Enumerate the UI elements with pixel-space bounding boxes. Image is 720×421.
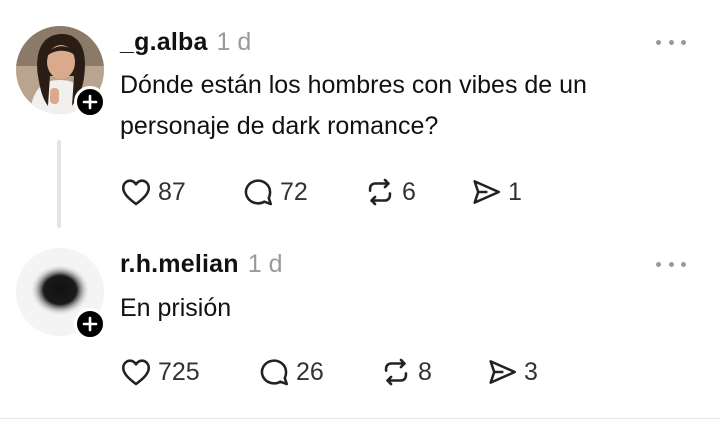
post-text: En prisión [120, 294, 232, 322]
heart-icon [118, 174, 154, 210]
more-options-button[interactable] [656, 32, 686, 52]
like-button[interactable]: 725 [118, 352, 200, 392]
repost-count: 8 [418, 357, 432, 386]
send-icon [468, 174, 504, 210]
post-header: r.h.melian 1 d [120, 250, 282, 279]
more-dots-icon [656, 39, 661, 45]
divider [0, 418, 720, 419]
username[interactable]: _g.alba [120, 28, 208, 57]
reply-button[interactable]: 72 [240, 172, 308, 212]
reply-count: 26 [296, 357, 324, 386]
post-2: r.h.melian 1 d En prisión 725 26 8 3 [0, 240, 720, 420]
timestamp: 1 d [216, 28, 252, 56]
more-dots-icon [656, 261, 661, 267]
thread-line [57, 140, 61, 228]
follow-button[interactable] [74, 308, 106, 340]
avatar-wrap [16, 26, 106, 118]
repost-button[interactable]: 6 [362, 172, 416, 212]
more-options-button[interactable] [656, 254, 686, 274]
repost-icon [378, 354, 414, 390]
plus-icon [82, 94, 98, 110]
like-button[interactable]: 87 [118, 172, 186, 212]
like-count: 725 [158, 357, 200, 386]
share-button[interactable]: 1 [468, 172, 522, 212]
plus-icon [82, 316, 98, 332]
share-button[interactable]: 3 [484, 352, 538, 392]
timestamp: 1 d [247, 250, 283, 278]
like-count: 87 [158, 177, 186, 206]
reply-button[interactable]: 26 [256, 352, 324, 392]
repost-icon [362, 174, 398, 210]
repost-count: 6 [402, 177, 416, 206]
repost-button[interactable]: 8 [378, 352, 432, 392]
username[interactable]: r.h.melian [120, 250, 239, 279]
share-count: 1 [508, 177, 522, 206]
comment-icon [240, 174, 276, 210]
follow-button[interactable] [74, 86, 106, 118]
heart-icon [118, 354, 154, 390]
share-count: 3 [524, 357, 538, 386]
comment-icon [256, 354, 292, 390]
send-icon [484, 354, 520, 390]
post-text: Dónde están los hombres con vibes de un … [120, 71, 587, 140]
reply-count: 72 [280, 177, 308, 206]
post-1: _g.alba 1 d Dónde están los hombres con … [0, 0, 720, 240]
avatar-wrap [16, 248, 106, 340]
post-header: _g.alba 1 d [120, 28, 251, 57]
